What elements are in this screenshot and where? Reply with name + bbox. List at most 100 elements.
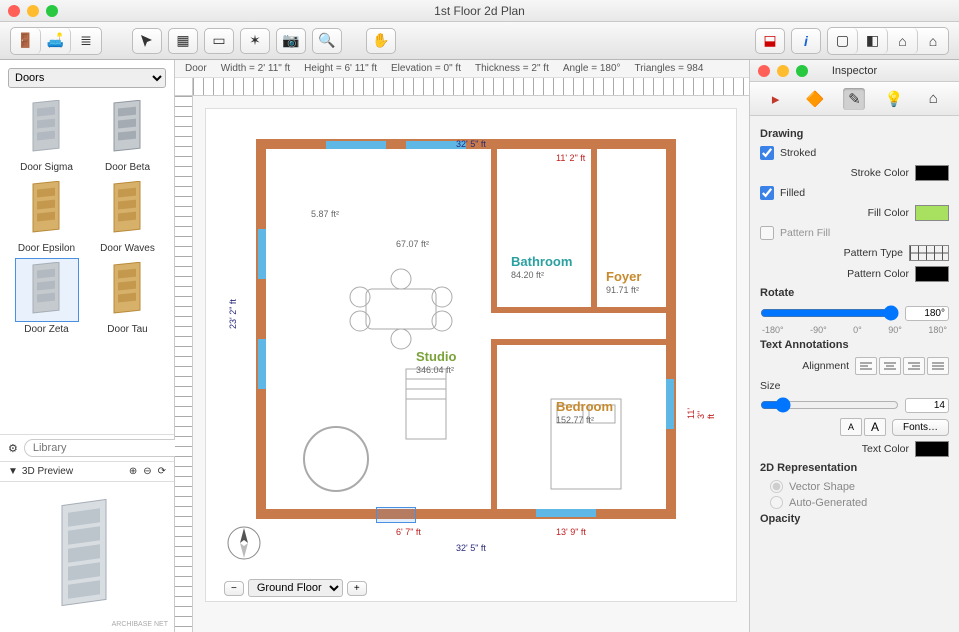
view-split-button[interactable]: ⌂	[918, 28, 948, 54]
window[interactable]	[666, 379, 674, 429]
view-2d-button[interactable]: ▢	[828, 28, 858, 54]
camera-tool-button[interactable]: 📷	[276, 28, 306, 54]
library-item[interactable]: Door Waves	[89, 177, 166, 254]
library-item-label: Door Tau	[89, 324, 166, 335]
pattern-fill-checkbox[interactable]	[760, 226, 774, 240]
zoom-tool-button[interactable]: 🔍	[312, 28, 342, 54]
library-item[interactable]: Door Sigma	[8, 96, 85, 173]
rotate-slider[interactable]	[760, 305, 899, 321]
area-annotation: 67.07 ft²	[396, 239, 429, 249]
measure-tool-button[interactable]: ✶	[240, 28, 270, 54]
room-label[interactable]: Studio	[416, 349, 456, 364]
window[interactable]	[326, 141, 386, 149]
filled-checkbox[interactable]	[760, 186, 774, 200]
tab-object-properties[interactable]: ▸	[765, 88, 787, 110]
interior-wall[interactable]	[591, 149, 597, 309]
fonts-button[interactable]: Fonts…	[892, 419, 949, 436]
font-small-button[interactable]: A	[840, 418, 862, 436]
zoom-in-icon[interactable]: ⊕	[129, 466, 137, 477]
floor-select[interactable]: Ground Floor	[248, 579, 343, 597]
align-right-button[interactable]	[903, 357, 925, 375]
auto-generated-label: Auto-Generated	[789, 497, 867, 509]
pattern-color-swatch[interactable]	[915, 266, 949, 282]
library-search-input[interactable]	[24, 439, 184, 457]
interior-wall[interactable]	[491, 339, 666, 345]
dimension-label: 13' 9" ft	[556, 527, 586, 537]
align-justify-button[interactable]	[927, 357, 949, 375]
interior-wall[interactable]	[491, 307, 666, 313]
archibase-watermark: ARCHIBASE NET	[112, 621, 168, 628]
library-item-label: Door Zeta	[8, 324, 85, 335]
window[interactable]	[536, 509, 596, 517]
fill-color-swatch[interactable]	[915, 205, 949, 221]
font-large-button[interactable]: A	[864, 418, 886, 436]
stroked-checkbox[interactable]	[760, 146, 774, 160]
tab-lights[interactable]: 💡	[883, 88, 905, 110]
room-label[interactable]: Foyer	[606, 269, 641, 284]
auto-generated-radio[interactable]	[770, 496, 783, 509]
window-title: 1st Floor 2d Plan	[0, 4, 959, 18]
wall-tool-button[interactable]: ▦	[168, 28, 198, 54]
floor-prev-button[interactable]: −	[224, 581, 244, 596]
tab-2d-drawing[interactable]: ✎	[843, 88, 865, 110]
selected-door[interactable]	[376, 507, 416, 523]
dimension-label: 23' 2" ft	[228, 299, 238, 329]
pattern-type-picker[interactable]	[909, 245, 949, 261]
library-item[interactable]: Door Beta	[89, 96, 166, 173]
interior-wall[interactable]	[491, 339, 497, 509]
tab-materials[interactable]: 🔶	[804, 88, 826, 110]
size-slider[interactable]	[760, 397, 899, 413]
select-tool-button[interactable]	[132, 28, 162, 54]
rotate-tick-label: -180°	[762, 325, 784, 335]
disclosure-triangle-icon[interactable]: ▼	[8, 466, 18, 477]
3d-preview-viewport[interactable]: ARCHIBASE NET	[0, 482, 174, 632]
size-value-input[interactable]	[905, 398, 949, 413]
rotate-tick-label: 180°	[928, 325, 947, 335]
floor-next-button[interactable]: +	[347, 581, 367, 596]
room-label[interactable]: Bathroom	[511, 254, 572, 269]
pattern-fill-label: Pattern Fill	[780, 227, 830, 239]
align-center-button[interactable]	[879, 357, 901, 375]
library-item[interactable]: Door Tau	[89, 258, 166, 335]
room-label[interactable]: Bedroom	[556, 399, 613, 414]
ruler-vertical[interactable]	[175, 96, 193, 632]
floor-picker: − Ground Floor +	[224, 579, 367, 597]
window[interactable]	[258, 339, 266, 389]
mode-room-button[interactable]: 🚪	[11, 28, 41, 54]
ruler-horizontal[interactable]	[193, 78, 749, 96]
vector-shape-radio[interactable]	[770, 480, 783, 493]
info-button[interactable]: i	[791, 28, 821, 54]
interior-wall[interactable]	[491, 149, 497, 309]
3d-export-button[interactable]: ⬓	[755, 28, 785, 54]
gear-icon[interactable]: ⚙︎	[8, 442, 18, 455]
section-drawing-heading: Drawing	[760, 128, 949, 140]
mode-furniture-button[interactable]: 🛋️	[41, 28, 71, 54]
rotate-heading: Rotate	[760, 287, 949, 299]
room-area-label: 91.71 ft²	[606, 285, 639, 295]
alignment-label: Alignment	[760, 360, 849, 372]
align-left-button[interactable]	[855, 357, 877, 375]
text-color-label: Text Color	[760, 443, 909, 455]
stroked-label: Stroked	[780, 147, 816, 159]
preview-header: ▼ 3D Preview ⊕ ⊖ ⟳	[0, 461, 174, 482]
text-color-swatch[interactable]	[915, 441, 949, 457]
canvas-viewport[interactable]: Bathroom84.20 ft²Foyer91.71 ft²Studio346…	[193, 96, 749, 632]
compass-icon	[226, 525, 262, 561]
main-toolbar: 🚪 🛋️ ≣ ▦ ▭ ✶ 📷 🔍 ✋ ⬓ i ▢ ◧ ⌂ ⌂	[0, 22, 959, 60]
rotate-preview-icon[interactable]: ⟳	[158, 466, 166, 477]
alignment-buttons	[855, 357, 949, 375]
view-elevation-button[interactable]: ⌂	[888, 28, 918, 54]
zoom-out-icon[interactable]: ⊖	[143, 466, 151, 477]
library-item[interactable]: Door Epsilon	[8, 177, 85, 254]
library-category-select[interactable]: Doors	[8, 68, 166, 88]
room-tool-button[interactable]: ▭	[204, 28, 234, 54]
rotate-value-input[interactable]	[905, 306, 949, 321]
view-3d-button[interactable]: ◧	[858, 28, 888, 54]
pan-tool-button[interactable]: ✋	[366, 28, 396, 54]
window[interactable]	[258, 229, 266, 279]
stroke-color-swatch[interactable]	[915, 165, 949, 181]
inspector-title: Inspector	[750, 65, 959, 77]
mode-list-button[interactable]: ≣	[71, 28, 101, 54]
tab-cameras[interactable]: ⌂	[922, 88, 944, 110]
library-item[interactable]: Door Zeta	[8, 258, 85, 335]
